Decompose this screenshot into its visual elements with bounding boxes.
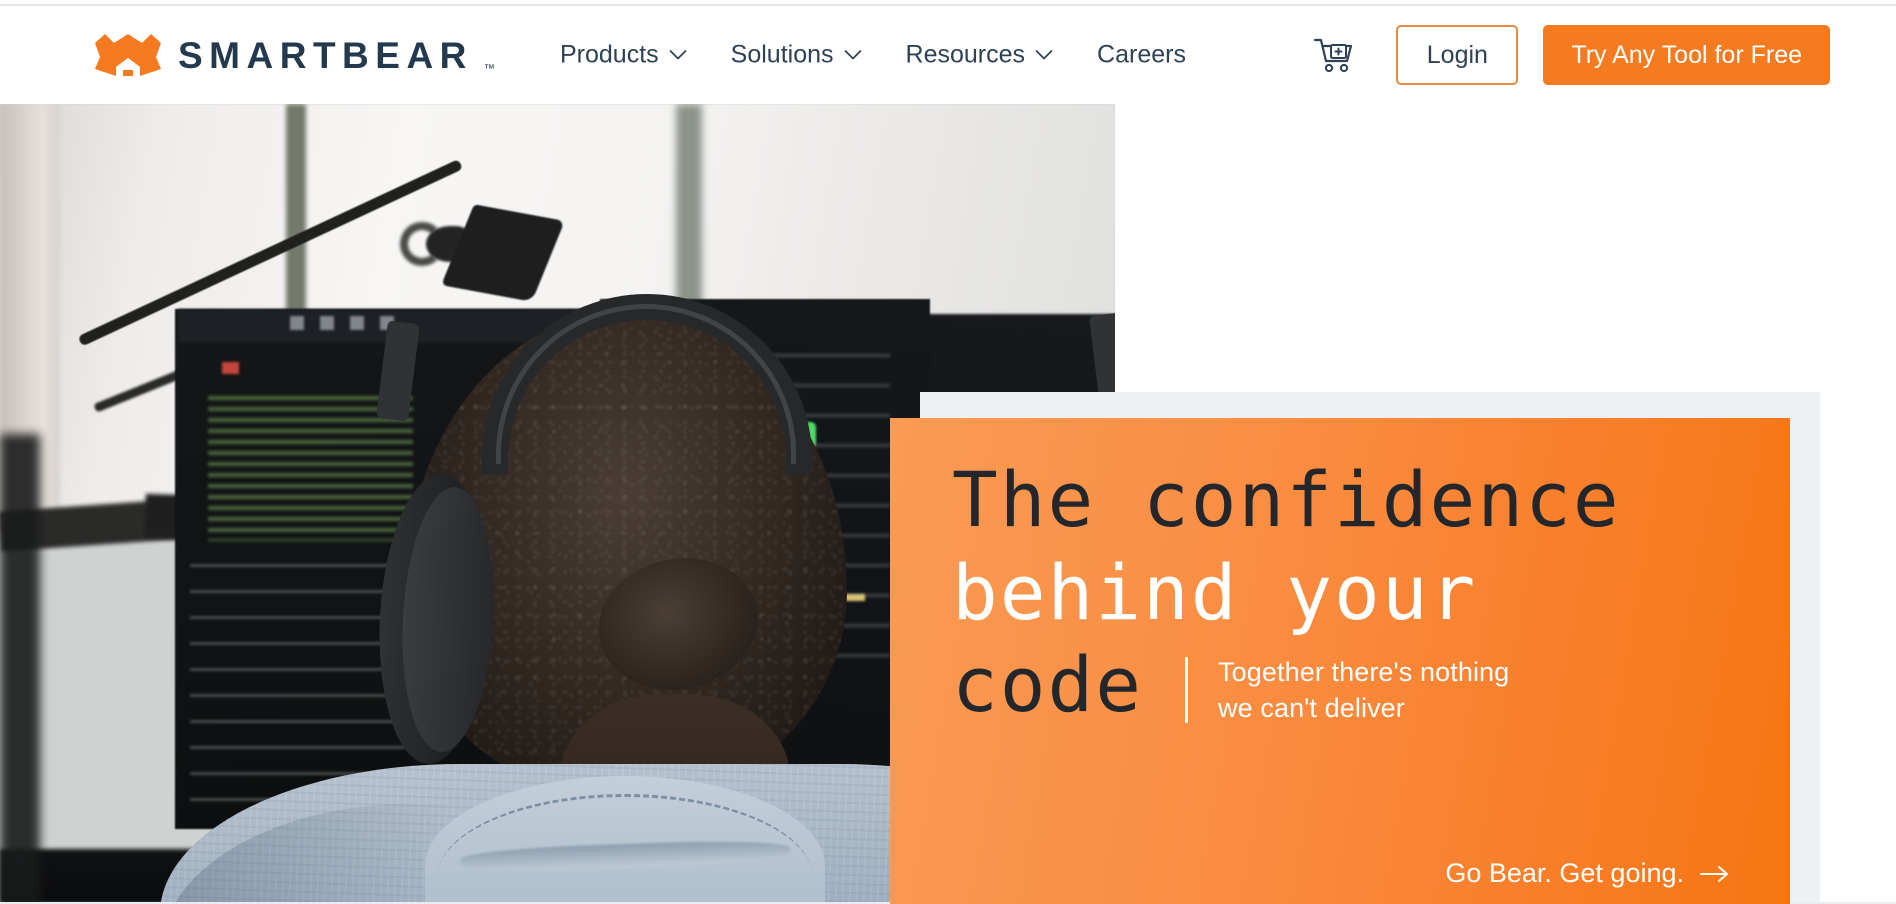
page-root: SMARTBEAR ™ Products Solutions Resources: [0, 0, 1896, 904]
nav-label: Solutions: [730, 40, 834, 69]
chevron-down-icon: [669, 50, 687, 60]
cart-button[interactable]: [1306, 32, 1362, 78]
headline-line-1: The confidence: [952, 455, 1621, 544]
hero-headline: The confidence behind your code Together…: [952, 454, 1621, 732]
arrow-right-icon: [1700, 865, 1728, 882]
hero-tagline: Together there's nothing we can't delive…: [1218, 654, 1509, 726]
go-bear-label: Go Bear. Get going.: [1445, 858, 1684, 888]
tagline-divider: [1185, 656, 1189, 723]
headline-line-3: code: [952, 640, 1144, 730]
nav-item-products[interactable]: Products: [560, 41, 687, 70]
header-actions: Login Try Any Tool for Free: [1306, 25, 1830, 85]
smartbear-bear-logo-icon: [95, 34, 161, 76]
nav-item-solutions[interactable]: Solutions: [731, 41, 862, 70]
logo-wordmark: SMARTBEAR: [178, 34, 473, 76]
main-navigation: Products Solutions Resources Careers: [560, 41, 1186, 70]
trademark-symbol: ™: [483, 63, 495, 75]
hero-tagline-group: Together there's nothing we can't delive…: [1185, 654, 1509, 726]
login-button[interactable]: Login: [1396, 25, 1519, 85]
headline-line-2: behind your: [952, 547, 1478, 637]
nav-label: Products: [560, 40, 659, 69]
smartbear-logo[interactable]: SMARTBEAR ™: [92, 31, 495, 79]
go-bear-get-going-link[interactable]: Go Bear. Get going.: [1445, 858, 1730, 889]
shopping-cart-add-icon: [1314, 38, 1353, 73]
headline-row-2: behind your: [952, 547, 1621, 640]
headline-row-3: code Together there's nothing we can't d…: [952, 639, 1621, 732]
status-indicator-red: [222, 362, 239, 374]
nav-label: Careers: [1097, 40, 1186, 69]
chevron-down-icon: [1035, 50, 1053, 60]
nav-item-careers[interactable]: Careers: [1097, 41, 1186, 70]
photo-left-dark-edge: [0, 434, 40, 904]
nav-label: Resources: [905, 40, 1026, 69]
chevron-down-icon: [844, 50, 861, 60]
hero-orange-panel: The confidence behind your code Together…: [890, 418, 1790, 904]
hero-section: The confidence behind your code Together…: [0, 104, 1896, 904]
tagline-line-2: we can't deliver: [1218, 692, 1405, 723]
site-header: SMARTBEAR ™ Products Solutions Resources: [0, 6, 1896, 104]
nav-item-resources[interactable]: Resources: [906, 41, 1054, 70]
try-any-tool-free-button[interactable]: Try Any Tool for Free: [1543, 25, 1830, 85]
headline-row-1: The confidence: [952, 454, 1621, 547]
tagline-line-1: Together there's nothing: [1218, 656, 1510, 687]
